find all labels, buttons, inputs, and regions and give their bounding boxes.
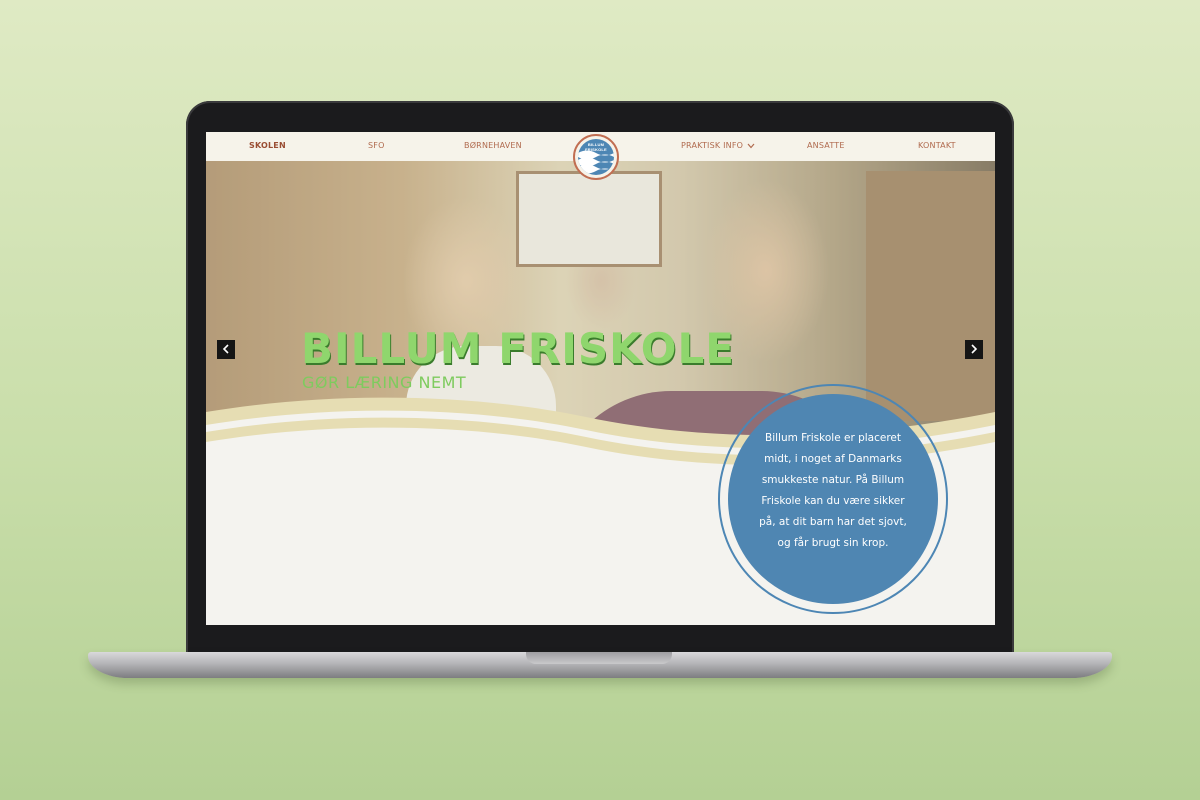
chevron-left-icon	[222, 344, 229, 354]
slider-next-button[interactable]	[965, 340, 983, 359]
nav-item-sfo[interactable]: SFO	[368, 141, 385, 150]
main-navigation: SKOLEN SFO BØRNEHAVEN PRAKTISK INFO ANSA…	[206, 132, 995, 180]
slider-prev-button[interactable]	[217, 340, 235, 359]
intro-text: Billum Friskole er placeret midt, i noge…	[759, 432, 907, 549]
hero-title: BILLUM FRISKOLE	[301, 324, 735, 373]
hero-subtitle: GØR LÆRING NEMT	[302, 373, 467, 392]
laptop-base	[88, 652, 1112, 678]
nav-item-kontakt[interactable]: KONTAKT	[918, 141, 956, 150]
intro-circle: Billum Friskole er placeret midt, i noge…	[728, 394, 938, 604]
nav-item-bornehaven[interactable]: BØRNEHAVEN	[464, 141, 522, 150]
laptop-bezel: SKOLEN SFO BØRNEHAVEN PRAKTISK INFO ANSA…	[186, 101, 1014, 657]
wave-logo-icon	[578, 150, 614, 174]
chevron-down-icon	[747, 143, 755, 148]
laptop-notch	[526, 652, 672, 664]
nav-item-praktisk-info[interactable]: PRAKTISK INFO	[681, 141, 755, 150]
nav-item-praktisk-info-label: PRAKTISK INFO	[681, 141, 744, 150]
browser-screen: SKOLEN SFO BØRNEHAVEN PRAKTISK INFO ANSA…	[206, 132, 995, 625]
chevron-right-icon	[971, 344, 978, 354]
nav-item-skolen[interactable]: SKOLEN	[249, 141, 286, 150]
nav-item-ansatte[interactable]: ANSATTE	[807, 141, 845, 150]
logo-emblem: BILLUM FRISKOLE	[578, 139, 614, 175]
school-logo[interactable]: BILLUM FRISKOLE	[573, 134, 619, 180]
